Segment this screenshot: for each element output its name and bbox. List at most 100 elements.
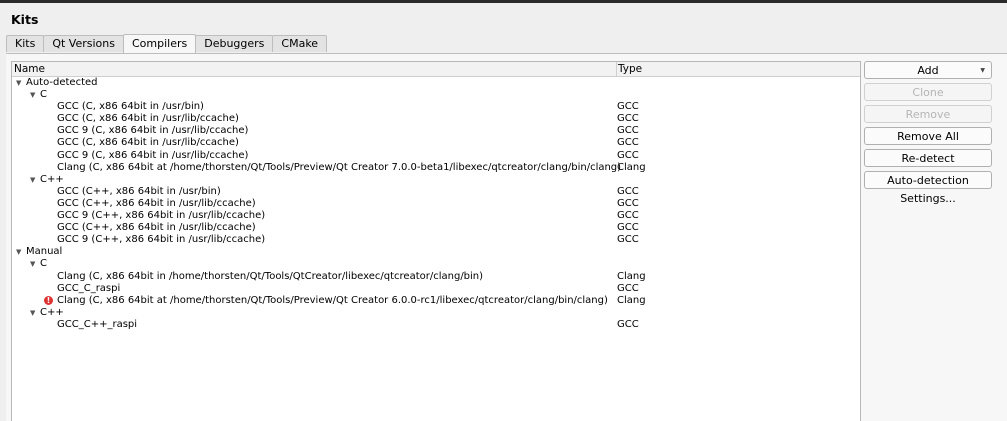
row-type-cell: GCC	[617, 197, 639, 209]
remove-button[interactable]: Remove	[864, 105, 992, 123]
row-name-cell: GCC_C++_raspi	[57, 319, 137, 331]
row-name-cell: GCC_C_raspi	[57, 283, 120, 295]
clone-button[interactable]: Clone	[864, 83, 992, 101]
error-icon: !	[44, 295, 53, 305]
expand-triangle-icon[interactable]: ▼	[30, 307, 40, 319]
tab-debuggers[interactable]: Debuggers	[195, 35, 274, 52]
tree-item-row[interactable]: GCC 9 (C++, x86 64bit in /usr/lib/ccache…	[12, 210, 860, 222]
tree-item-row[interactable]: GCC (C++, x86 64bit in /usr/lib/ccache) G…	[12, 222, 860, 234]
row-type-cell: GCC	[617, 113, 639, 125]
tree-item-row[interactable]: GCC 9 (C++, x86 64bit in /usr/lib/ccache…	[12, 234, 860, 246]
tree-item-row[interactable]: GCC (C++, x86 64bit in /usr/lib/ccache) G…	[12, 198, 860, 210]
row-name-cell: GCC 9 (C, x86 64bit in /usr/lib/ccache)	[57, 150, 248, 162]
tab-kits[interactable]: Kits	[6, 35, 45, 52]
redetect-button[interactable]: Re-detect	[864, 149, 992, 167]
row-name-cell: GCC (C++, x86 64bit in /usr/bin)	[57, 186, 221, 198]
row-name-text: GCC (C++, x86 64bit in /usr/lib/ccache)	[57, 222, 256, 234]
tree-item-row[interactable]: GCC (C, x86 64bit in /usr/lib/ccache) GCC	[12, 113, 860, 125]
row-type-cell: Clang	[617, 161, 646, 173]
row-type-cell: GCC	[617, 125, 639, 137]
remove-all-button[interactable]: Remove All	[864, 127, 992, 145]
row-name-text: C	[40, 89, 47, 101]
row-name-cell: GCC 9 (C++, x86 64bit in /usr/lib/ccache…	[57, 234, 265, 246]
row-name-cell: ! Clang (C, x86 64bit at /home/thorsten/Q…	[44, 295, 608, 307]
tree-group-row[interactable]: ▼ C	[12, 258, 860, 270]
row-name-cell: GCC (C++, x86 64bit in /usr/lib/ccache)	[57, 198, 256, 210]
page-title: Kits	[11, 12, 39, 27]
tree-item-row[interactable]: Clang (C, x86 64bit in /home/thorsten/Qt…	[12, 271, 860, 283]
row-name-cell: ▼ Auto-detected	[16, 77, 98, 89]
row-name-text: GCC 9 (C++, x86 64bit in /usr/lib/ccache…	[57, 210, 266, 222]
row-type-cell: GCC	[617, 137, 639, 149]
expand-triangle-icon[interactable]: ▼	[16, 246, 26, 258]
row-name-cell: Clang (C, x86 64bit in /home/thorsten/Qt…	[57, 271, 483, 283]
tree-group-row[interactable]: ▼ Manual	[12, 246, 860, 258]
row-name-cell: ▼ Manual	[16, 246, 62, 258]
row-type-cell: GCC	[617, 222, 639, 234]
row-name-cell: GCC 9 (C++, x86 64bit in /usr/lib/ccache…	[57, 210, 265, 222]
row-name-cell: GCC (C, x86 64bit in /usr/lib/ccache)	[57, 113, 239, 125]
row-name-cell: GCC (C, x86 64bit in /usr/lib/ccache)	[57, 137, 239, 149]
tree-header: Name Type	[12, 62, 860, 77]
row-name-cell: GCC (C, x86 64bit in /usr/bin)	[57, 101, 204, 113]
tree-item-row[interactable]: ! Clang (C, x86 64bit at /home/thorsten/Q…	[12, 295, 860, 307]
column-header-name[interactable]: Name	[12, 62, 617, 76]
row-name-text: Clang (C, x86 64bit in /home/thorsten/Qt…	[57, 270, 484, 282]
column-header-type[interactable]: Type	[616, 62, 642, 76]
row-type-cell: GCC	[617, 149, 639, 161]
auto-detection-settings-button[interactable]: Auto-detection Settings...	[864, 171, 992, 205]
tree-group-row[interactable]: ▼ C++	[12, 174, 860, 186]
tree-item-row[interactable]: GCC_C++_raspi GCC	[12, 319, 860, 331]
row-name-cell: GCC (C++, x86 64bit in /usr/lib/ccache)	[57, 222, 256, 234]
row-name-cell: ▼ C	[30, 89, 47, 101]
row-name-text: GCC (C++, x86 64bit in /usr/bin)	[57, 185, 221, 197]
row-name-text: GCC 9 (C++, x86 64bit in /usr/lib/ccache…	[57, 234, 266, 246]
add-button[interactable]: Add ▼	[864, 61, 992, 79]
row-name-text: Clang (C, x86 64bit at /home/thorsten/Qt…	[57, 294, 608, 306]
row-name-text: GCC 9 (C, x86 64bit in /usr/lib/ccache)	[57, 149, 249, 161]
add-button-label: Add	[917, 64, 939, 77]
row-name-text: GCC (C, x86 64bit in /usr/lib/ccache)	[57, 137, 239, 149]
tab-cmake[interactable]: CMake	[272, 35, 328, 52]
tab-compilers[interactable]: Compilers	[122, 34, 197, 53]
tree-item-row[interactable]: GCC (C++, x86 64bit in /usr/bin) GCC	[12, 186, 860, 198]
tab-qt-versions[interactable]: Qt Versions	[43, 35, 124, 52]
row-type-cell: GCC	[617, 234, 639, 246]
row-name-text: GCC_C_raspi	[57, 282, 121, 294]
row-name-text: GCC 9 (C, x86 64bit in /usr/lib/ccache)	[57, 125, 249, 137]
expand-triangle-icon[interactable]: ▼	[30, 89, 40, 101]
compiler-tree[interactable]: Name Type ▼ Auto-detected ▼ C GCC (C, x86 64…	[11, 61, 861, 421]
row-name-cell: Clang (C, x86 64bit at /home/thorsten/Qt…	[57, 162, 621, 174]
row-type-cell: GCC	[617, 318, 639, 330]
row-name-cell: ▼ C	[30, 258, 47, 270]
row-name-text: GCC (C++, x86 64bit in /usr/lib/ccache)	[57, 197, 256, 209]
tree-item-row[interactable]: GCC 9 (C, x86 64bit in /usr/lib/ccache) G…	[12, 150, 860, 162]
row-name-text: C++	[40, 306, 64, 318]
tree-rows: ▼ Auto-detected ▼ C GCC (C, x86 64bit in /us…	[12, 77, 860, 331]
row-name-text: GCC (C, x86 64bit in /usr/bin)	[57, 101, 204, 113]
row-type-cell: GCC	[617, 101, 639, 113]
row-name-text: Auto-detected	[26, 77, 98, 88]
tree-group-row[interactable]: ▼ C++	[12, 307, 860, 319]
tree-group-row[interactable]: ▼ C	[12, 89, 860, 101]
tree-item-row[interactable]: GCC (C, x86 64bit in /usr/bin) GCC	[12, 101, 860, 113]
expand-triangle-icon[interactable]: ▼	[30, 174, 40, 186]
row-name-text: GCC (C, x86 64bit in /usr/lib/ccache)	[57, 113, 239, 125]
row-name-cell: GCC 9 (C, x86 64bit in /usr/lib/ccache)	[57, 125, 248, 137]
tree-item-row[interactable]: GCC (C, x86 64bit in /usr/lib/ccache) GCC	[12, 137, 860, 149]
row-name-text: Clang (C, x86 64bit at /home/thorsten/Qt…	[57, 161, 622, 173]
tree-item-row[interactable]: GCC 9 (C, x86 64bit in /usr/lib/ccache) G…	[12, 125, 860, 137]
row-name-text: C++	[40, 173, 64, 185]
row-name-text: C	[40, 258, 47, 270]
expand-triangle-icon[interactable]: ▼	[30, 258, 40, 270]
tree-group-row[interactable]: ▼ Auto-detected	[12, 77, 860, 89]
row-type-cell: GCC	[617, 282, 639, 294]
row-type-cell: Clang	[617, 270, 646, 282]
row-name-text: GCC_C++_raspi	[57, 318, 138, 330]
row-name-text: Manual	[26, 246, 63, 258]
expand-triangle-icon[interactable]: ▼	[16, 77, 26, 89]
row-type-cell: GCC	[617, 210, 639, 222]
tree-item-row[interactable]: GCC_C_raspi GCC	[12, 283, 860, 295]
tree-item-row[interactable]: Clang (C, x86 64bit at /home/thorsten/Qt…	[12, 162, 860, 174]
window-top-border	[0, 0, 1007, 3]
